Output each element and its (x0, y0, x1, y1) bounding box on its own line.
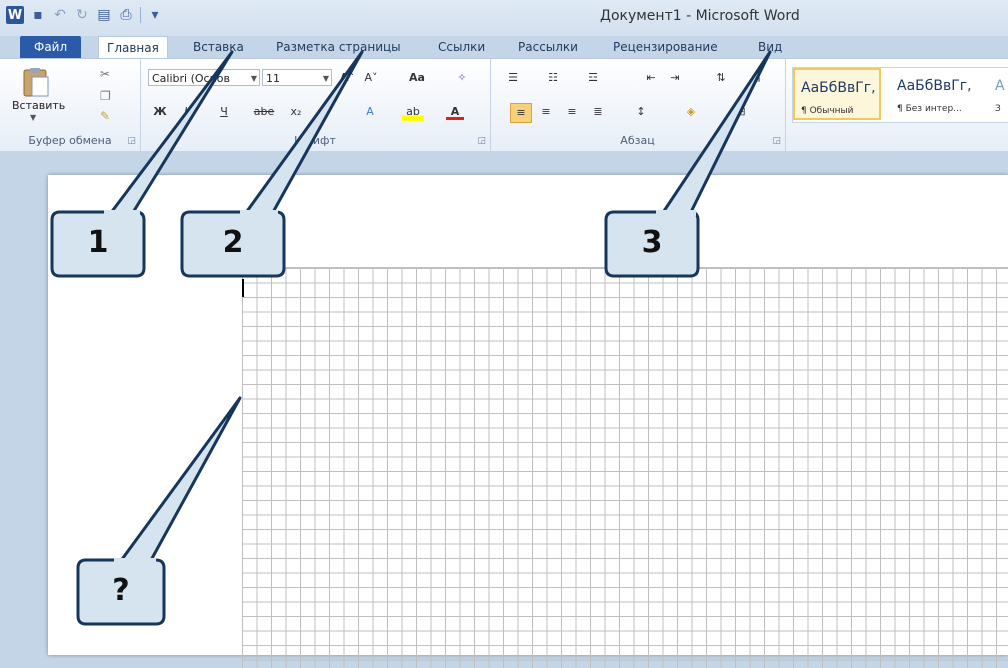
decrease-indent-icon[interactable]: ⇤ (640, 69, 662, 87)
change-case-button[interactable]: Aa (402, 69, 432, 87)
save-icon[interactable]: ▪ (30, 7, 46, 23)
font-group: Calibri (Основ ▼ 11 ▼ A˄ A˅ Aa ✧ Ж К Ч abe… (140, 59, 491, 151)
style-name: ¶ Обычный (801, 106, 854, 116)
chevron-down-icon: ▼ (322, 74, 329, 83)
italic-button[interactable]: К (180, 103, 196, 121)
grow-font-icon[interactable]: A˄ (338, 69, 356, 87)
text-cursor (242, 279, 244, 297)
bullets-icon[interactable]: ☰ (502, 69, 524, 87)
separator (140, 7, 141, 23)
line-spacing-icon[interactable]: ↕ (630, 103, 652, 121)
font-group-label: Шрифт (294, 134, 336, 147)
style-normal[interactable]: АаБбВвГг, ¶ Обычный (793, 68, 881, 120)
paragraph-group-label: Абзац (620, 134, 655, 147)
subscript-button[interactable]: x₂ (286, 103, 306, 121)
quick-access-toolbar: W ▪ ↶ ↻ ▤ ⎙ ▾ (6, 6, 163, 24)
align-center-icon[interactable]: ≡ (536, 103, 556, 121)
title-bar: W ▪ ↶ ↻ ▤ ⎙ ▾ Документ1 - Microsoft Word (0, 0, 1008, 36)
style-preview: АаБбВвГг, (897, 78, 972, 94)
clipboard-group: Вставить ▼ ✂ ❐ ✎ Буфер обмена ◲ (0, 59, 141, 151)
underline-button[interactable]: Ч (216, 103, 232, 121)
styles-gallery: АаБбВвГг, ¶ Обычный АаБбВвГг, ¶ Без инте… (792, 67, 1008, 123)
show-marks-icon[interactable]: ¶ (746, 69, 768, 87)
callout-question-label: ? (112, 573, 130, 608)
tab-mailings[interactable]: Рассылки (510, 36, 586, 58)
align-right-icon[interactable]: ≡ (562, 103, 582, 121)
paste-button[interactable]: Вставить (12, 99, 65, 112)
font-name-combo[interactable]: Calibri (Основ ▼ (148, 69, 260, 86)
borders-icon[interactable]: ⊞ (730, 103, 752, 121)
dialog-launcher-icon[interactable]: ◲ (127, 136, 136, 146)
tab-references[interactable]: Ссылки (430, 36, 493, 58)
font-name-value: Calibri (Основ (152, 72, 230, 85)
tab-file[interactable]: Файл (20, 36, 82, 58)
word-logo-icon[interactable]: W (6, 6, 24, 24)
style-name: З (995, 104, 1001, 114)
tab-view[interactable]: Вид (750, 36, 790, 58)
shrink-font-icon[interactable]: A˅ (362, 69, 380, 87)
strikethrough-button[interactable]: abe (250, 103, 278, 121)
format-painter-icon[interactable]: ✎ (100, 109, 110, 123)
undo-icon[interactable]: ↶ (52, 7, 68, 23)
cut-icon[interactable]: ✂ (100, 67, 110, 81)
redo-icon[interactable]: ↻ (74, 7, 90, 23)
font-color-button[interactable]: A (446, 103, 464, 120)
tab-page-layout[interactable]: Разметка страницы (268, 36, 409, 58)
justify-icon[interactable]: ≣ (588, 103, 608, 121)
numbering-icon[interactable]: ☷ (542, 69, 564, 87)
paste-dropdown-icon[interactable]: ▼ (30, 113, 36, 122)
window-title: Документ1 - Microsoft Word (600, 8, 800, 24)
clear-formatting-icon[interactable]: ✧ (450, 69, 474, 87)
callout-3-label: 3 (641, 225, 663, 260)
dialog-launcher-icon[interactable]: ◲ (772, 136, 781, 146)
bold-button[interactable]: Ж (152, 103, 168, 121)
style-no-spacing[interactable]: АаБбВвГг, ¶ Без интер... (891, 68, 979, 120)
align-left-icon[interactable]: ≡ (510, 103, 532, 123)
clipboard-group-label: Буфер обмена (28, 134, 112, 147)
ribbon-tabs: Файл Главная Вставка Разметка страницы С… (0, 36, 1008, 59)
customize-qat-icon[interactable]: ▾ (147, 7, 163, 23)
chevron-down-icon: ▼ (250, 74, 257, 83)
print-icon[interactable]: ⎙ (118, 7, 134, 23)
tab-review[interactable]: Рецензирование (605, 36, 726, 58)
shading-icon[interactable]: ◈ (680, 103, 702, 121)
sort-icon[interactable]: ⇅ (710, 69, 732, 87)
callout-1-label: 1 (87, 225, 109, 260)
ribbon: Вставить ▼ ✂ ❐ ✎ Буфер обмена ◲ Calibri … (0, 58, 1008, 152)
tab-insert[interactable]: Вставка (185, 36, 252, 58)
text-effects-icon[interactable]: A (360, 103, 380, 121)
paste-icon[interactable] (18, 67, 52, 97)
increase-indent-icon[interactable]: ⇥ (664, 69, 686, 87)
font-size-combo[interactable]: 11 ▼ (262, 69, 332, 86)
font-size-value: 11 (266, 72, 280, 85)
print-preview-icon[interactable]: ▤ (96, 7, 112, 23)
dialog-launcher-icon[interactable]: ◲ (477, 136, 486, 146)
highlight-icon[interactable]: ab (402, 103, 424, 121)
document-page[interactable] (48, 175, 1008, 668)
callout-2-label: 2 (222, 225, 244, 260)
style-name: ¶ Без интер... (897, 104, 962, 114)
style-preview: АаБбВвГг, (801, 80, 876, 96)
tab-home[interactable]: Главная (98, 36, 168, 59)
style-preview: А (995, 78, 1005, 94)
gridlines (242, 267, 1008, 668)
style-heading[interactable]: А З (989, 68, 1008, 120)
multilevel-list-icon[interactable]: ☲ (582, 69, 604, 87)
copy-icon[interactable]: ❐ (100, 89, 111, 103)
paragraph-group: ☰ ☷ ☲ ⇤ ⇥ ⇅ ¶ ≡ ≡ ≡ ≣ ↕ ◈ ⊞ Абзац ◲ (490, 59, 786, 151)
